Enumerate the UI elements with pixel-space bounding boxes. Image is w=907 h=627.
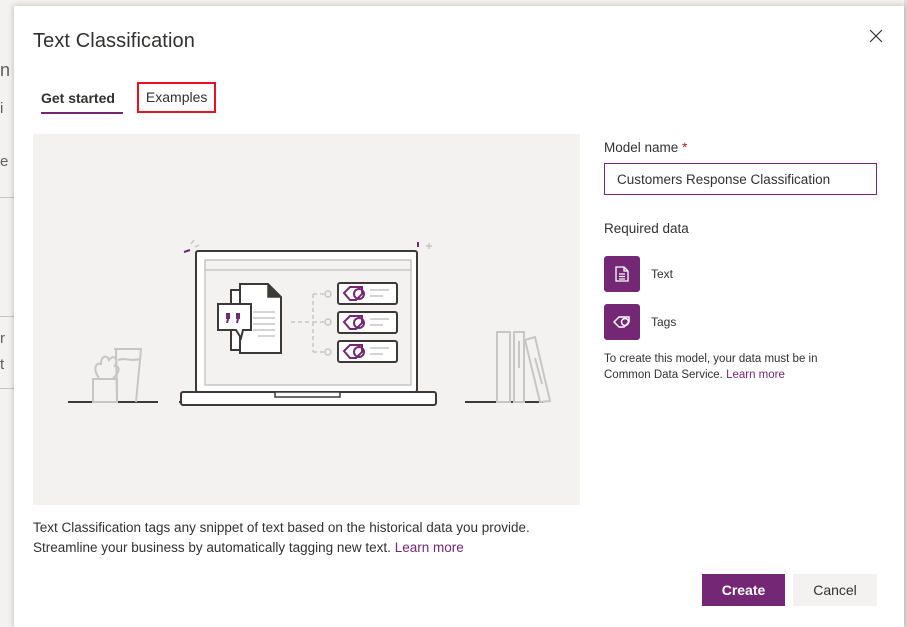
cancel-button[interactable]: Cancel bbox=[793, 574, 877, 606]
data-source-note-text: To create this model, your data must be … bbox=[604, 353, 818, 381]
background-text-fragment: r bbox=[0, 330, 5, 347]
required-data-label: Required data bbox=[604, 221, 689, 236]
background-divider bbox=[0, 197, 14, 198]
hero-illustration bbox=[33, 134, 580, 505]
required-data-item-label: Text bbox=[651, 267, 674, 281]
model-settings-panel: Model name * Required data Text bbox=[604, 140, 894, 381]
laptop-illustration bbox=[68, 239, 552, 406]
background-divider bbox=[0, 388, 14, 389]
learn-more-link[interactable]: Learn more bbox=[395, 540, 464, 555]
model-name-label: Model name * bbox=[604, 140, 894, 155]
model-name-input[interactable] bbox=[604, 163, 877, 195]
tag-card bbox=[337, 282, 398, 305]
tab-get-started[interactable]: Get started bbox=[33, 82, 123, 114]
required-marker: * bbox=[682, 140, 688, 155]
description: Text Classification tags any snippet of … bbox=[33, 518, 593, 558]
model-name-label-text: Model name bbox=[604, 140, 679, 155]
tag-cards bbox=[337, 282, 398, 363]
books-icon bbox=[496, 331, 552, 404]
required-data-item-label: Tags bbox=[651, 315, 677, 329]
required-data-item-tags: Tags bbox=[604, 304, 676, 340]
required-data-item-text: Text bbox=[604, 256, 673, 292]
tab-list: Get started Examples bbox=[33, 82, 217, 116]
background-text-fragment: i bbox=[0, 100, 4, 117]
close-button[interactable] bbox=[866, 26, 886, 46]
tag-card bbox=[337, 311, 398, 334]
background-text-fragment: e bbox=[0, 153, 9, 170]
background-text-fragment: t bbox=[0, 356, 5, 373]
close-icon bbox=[869, 29, 883, 43]
tag-icon bbox=[604, 304, 640, 340]
document-icon bbox=[604, 256, 640, 292]
plant-glass-icon bbox=[92, 348, 143, 403]
data-source-note: To create this model, your data must be … bbox=[604, 352, 864, 383]
text-classification-dialog: Text Classification Get started Examples bbox=[14, 6, 904, 627]
tag-card bbox=[337, 340, 398, 363]
dialog-title: Text Classification bbox=[33, 30, 195, 52]
create-button[interactable]: Create bbox=[702, 574, 785, 606]
background-divider bbox=[0, 316, 14, 317]
background-text-fragment: n bbox=[0, 60, 11, 80]
learn-more-link[interactable]: Learn more bbox=[726, 369, 785, 381]
tab-examples[interactable]: Examples bbox=[136, 82, 217, 113]
